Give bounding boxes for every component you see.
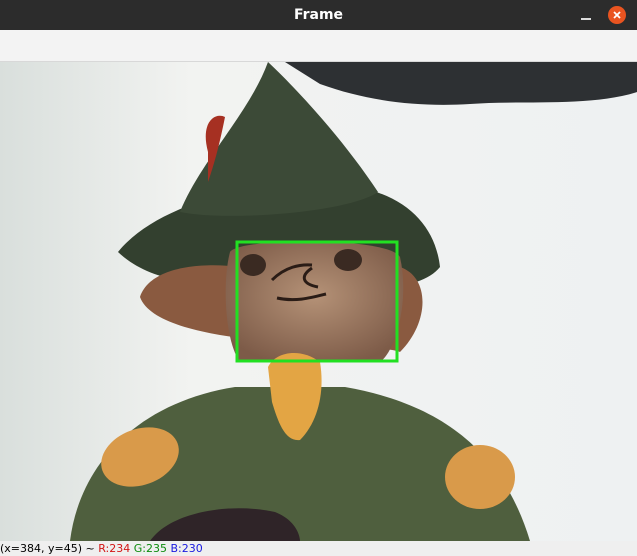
close-icon — [613, 11, 621, 19]
red-value: R:234 — [98, 542, 131, 555]
camera-frame[interactable] — [0, 62, 637, 541]
blue-value: B:230 — [170, 542, 203, 555]
status-bar: (x=384, y=45) ~ R:234 G:235 B:230 — [0, 541, 637, 556]
minimize-button[interactable] — [578, 7, 594, 23]
window-title: Frame — [293, 7, 344, 23]
close-button[interactable] — [608, 6, 626, 24]
minimize-icon — [581, 18, 591, 20]
green-value: G:235 — [133, 542, 167, 555]
title-bar: Frame — [0, 0, 637, 30]
camera-image — [0, 62, 637, 541]
toolbar — [0, 30, 637, 62]
cursor-coordinates: (x=384, y=45) ~ — [0, 542, 95, 555]
